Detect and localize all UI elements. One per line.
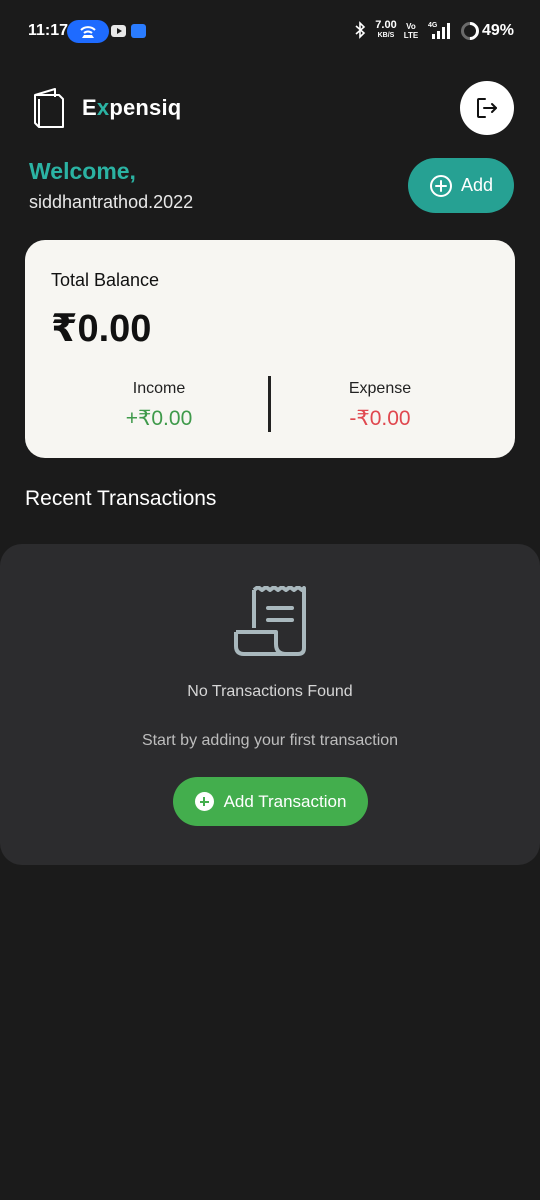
bluetooth-icon: [354, 21, 366, 44]
svg-text:4G: 4G: [428, 22, 438, 29]
expense-label: Expense: [348, 380, 412, 397]
brand-name: Expensiq: [82, 95, 182, 120]
network-speed: 7.00 KB/S: [375, 19, 397, 40]
welcome-heading: Welcome,: [29, 158, 136, 184]
receipt-icon: [232, 585, 310, 663]
wallet-logo-icon: [31, 87, 67, 134]
balance-card: Total Balance ₹0.00 Income +₹0.00 Expens…: [25, 240, 515, 458]
balance-divider: [268, 376, 271, 432]
app-notification-icon: [131, 24, 146, 38]
hotspot-indicator-icon: [67, 20, 109, 43]
expense-value: -₹0.00: [349, 407, 411, 430]
youtube-notification-icon: [111, 25, 126, 37]
logout-button[interactable]: [460, 81, 514, 135]
battery-percent: 49%: [482, 22, 515, 39]
logout-icon: [477, 98, 497, 118]
add-transaction-label: Add Transaction: [223, 791, 347, 811]
volte-indicator: Vo LTE: [403, 22, 419, 40]
income-label: Income: [132, 380, 186, 397]
plus-circle-icon: [429, 174, 452, 197]
empty-state-subtitle: Start by adding your first transaction: [141, 732, 399, 749]
transactions-empty-panel: No Transactions Found Start by adding yo…: [0, 544, 540, 865]
add-transaction-button[interactable]: Add Transaction: [173, 777, 368, 826]
add-button-label: Add: [460, 175, 494, 195]
empty-state-title: No Transactions Found: [187, 683, 353, 700]
plus-circle-icon: [194, 792, 214, 811]
add-button[interactable]: Add: [408, 158, 514, 213]
income-value: +₹0.00: [125, 407, 193, 430]
status-time: 11:17: [28, 22, 69, 39]
battery-ring-icon: [457, 18, 483, 44]
signal-icon: 4G: [428, 20, 454, 45]
username: siddhantrathod.2022: [29, 192, 194, 212]
balance-title: Total Balance: [51, 270, 160, 290]
balance-amount: ₹0.00: [51, 308, 152, 350]
status-bar: 11:17 7.00 KB/S Vo LTE 4G 49%: [0, 0, 540, 62]
recent-transactions-title: Recent Transactions: [25, 487, 217, 510]
